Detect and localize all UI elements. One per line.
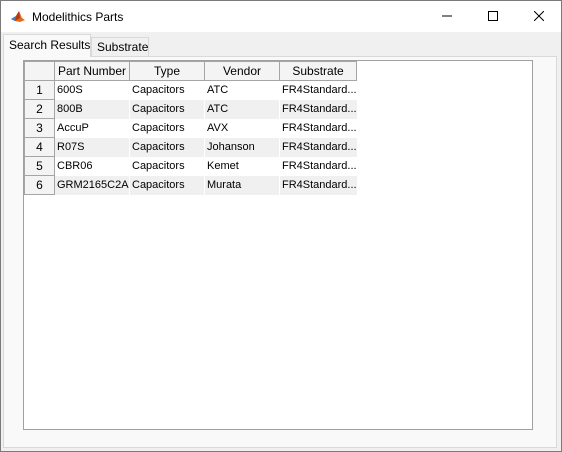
part-number-cell[interactable]: AccuP <box>54 118 130 138</box>
substrate-cell[interactable]: FR4Standard... <box>278 118 357 138</box>
tab-substrate[interactable]: Substrate <box>91 37 149 57</box>
row-number[interactable]: 1 <box>24 80 55 100</box>
substrate-cell[interactable]: FR4Standard... <box>278 80 357 100</box>
maximize-button[interactable] <box>470 1 516 32</box>
parts-table-container[interactable]: Part Number Type Vendor Substrate 1 600S… <box>23 60 533 430</box>
type-cell[interactable]: Capacitors <box>129 118 205 138</box>
minimize-icon <box>442 10 452 24</box>
type-cell[interactable]: Capacitors <box>129 80 205 100</box>
row-number[interactable]: 6 <box>24 175 55 195</box>
parts-table: Part Number Type Vendor Substrate 1 600S… <box>24 61 358 195</box>
close-button[interactable] <box>516 1 562 32</box>
column-header-type[interactable]: Type <box>129 61 205 81</box>
vendor-cell[interactable]: ATC <box>204 99 280 119</box>
minimize-button[interactable] <box>424 1 470 32</box>
type-cell[interactable]: Capacitors <box>129 156 205 176</box>
substrate-cell[interactable]: FR4Standard... <box>278 175 357 195</box>
matlab-icon <box>10 9 26 25</box>
table-row[interactable]: 2 800B Capacitors ATC FR4Standard... <box>24 99 357 119</box>
part-number-cell[interactable]: CBR06 <box>54 156 130 176</box>
app-window: Modelithics Parts Search Results Substra… <box>0 0 562 452</box>
tab-search-results[interactable]: Search Results <box>3 34 91 57</box>
part-number-cell[interactable]: R07S <box>54 137 130 157</box>
table-row[interactable]: 5 CBR06 Capacitors Kemet FR4Standard... <box>24 156 357 176</box>
column-header-substrate[interactable]: Substrate <box>278 61 358 81</box>
table-corner <box>24 61 55 81</box>
row-number[interactable]: 4 <box>24 137 55 157</box>
vendor-cell[interactable]: Johanson <box>204 137 280 157</box>
vendor-cell[interactable]: ATC <box>204 80 280 100</box>
part-number-cell[interactable]: GRM2165C2A <box>54 175 130 195</box>
column-header-part-number[interactable]: Part Number <box>54 61 130 81</box>
type-cell[interactable]: Capacitors <box>129 137 205 157</box>
part-number-cell[interactable]: 800B <box>54 99 130 119</box>
table-row[interactable]: 3 AccuP Capacitors AVX FR4Standard... <box>24 118 357 138</box>
vendor-cell[interactable]: AVX <box>204 118 280 138</box>
type-cell[interactable]: Capacitors <box>129 99 205 119</box>
substrate-cell[interactable]: FR4Standard... <box>278 156 357 176</box>
close-icon <box>533 10 545 24</box>
table-row[interactable]: 6 GRM2165C2A Capacitors Murata FR4Standa… <box>24 175 357 195</box>
substrate-cell[interactable]: FR4Standard... <box>278 99 357 119</box>
table-row[interactable]: 1 600S Capacitors ATC FR4Standard... <box>24 80 357 100</box>
row-number[interactable]: 3 <box>24 118 55 138</box>
table-header-row: Part Number Type Vendor Substrate <box>24 61 358 81</box>
vendor-cell[interactable]: Murata <box>204 175 280 195</box>
column-header-vendor[interactable]: Vendor <box>204 61 280 81</box>
substrate-cell[interactable]: FR4Standard... <box>278 137 357 157</box>
title-bar[interactable]: Modelithics Parts <box>1 1 561 32</box>
row-number[interactable]: 5 <box>24 156 55 176</box>
table-row[interactable]: 4 R07S Capacitors Johanson FR4Standard..… <box>24 137 357 157</box>
type-cell[interactable]: Capacitors <box>129 175 205 195</box>
part-number-cell[interactable]: 600S <box>54 80 130 100</box>
window-title: Modelithics Parts <box>32 10 124 24</box>
row-number[interactable]: 2 <box>24 99 55 119</box>
vendor-cell[interactable]: Kemet <box>204 156 280 176</box>
maximize-icon <box>488 10 498 24</box>
